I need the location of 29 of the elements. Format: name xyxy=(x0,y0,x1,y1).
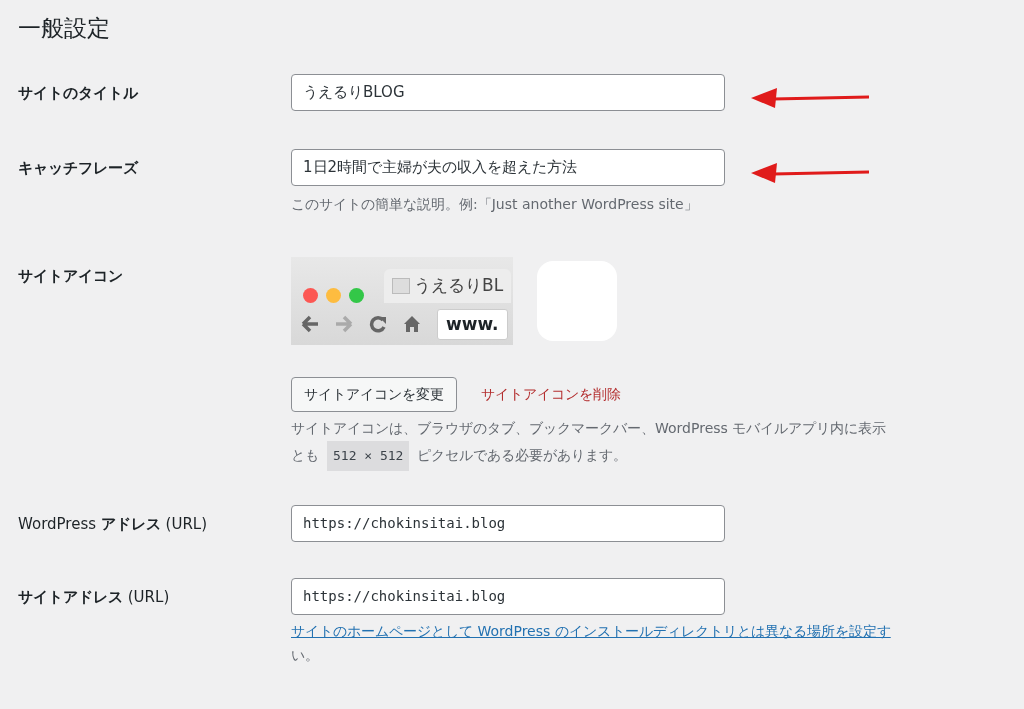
help-text: このサイトの簡単な説明。例:「Just another WordPress site」 xyxy=(291,194,699,214)
back-arrow-icon xyxy=(301,315,319,334)
field-label: キャッチフレーズ xyxy=(18,157,140,179)
help-text: サイトアイコンは、ブラウザのタブ、ブックマークバー、WordPress モバイルアプリ内に表示 xyxy=(291,419,887,439)
input-field[interactable]: https://chokinsitai.blog xyxy=(291,504,725,542)
address-bar: www. xyxy=(437,308,508,341)
field-label: WordPress アドレス (URL) xyxy=(18,513,209,535)
help-text: とも xyxy=(291,446,319,466)
reload-icon xyxy=(369,315,387,334)
change-icon-button[interactable]: サイトアイコンを変更 xyxy=(291,377,457,413)
favicon-thumbnail xyxy=(392,277,410,294)
field-label: サイトのタイトル xyxy=(18,82,139,104)
tab-title: うえるりBL xyxy=(414,274,504,298)
field-label: サイトアイコン xyxy=(18,266,124,288)
window-control-icon xyxy=(326,287,341,303)
help-link[interactable]: サイトのホームページとして WordPress のインストールディレクトリとは異なる場所を設定す xyxy=(291,622,891,639)
input-field[interactable]: うえるりBLOG xyxy=(291,73,725,111)
window-control-icon xyxy=(349,287,364,303)
forward-arrow-icon xyxy=(335,315,353,334)
window-control-icon xyxy=(303,287,318,303)
input-field[interactable]: https://chokinsitai.blog xyxy=(291,577,725,615)
remove-icon-link[interactable]: サイトアイコンを削除 xyxy=(481,384,621,406)
field-label: サイトアドレス (URL) xyxy=(18,586,171,608)
size-code: 512 × 512 xyxy=(327,441,410,471)
input-field[interactable]: 1日2時間で主婦が夫の収入を超えた方法 xyxy=(291,148,725,186)
help-text: ピクセルである必要があります。 xyxy=(417,446,628,466)
page-title: 一般設定 xyxy=(18,14,111,43)
home-icon xyxy=(403,315,421,334)
help-text: い。 xyxy=(291,646,320,666)
